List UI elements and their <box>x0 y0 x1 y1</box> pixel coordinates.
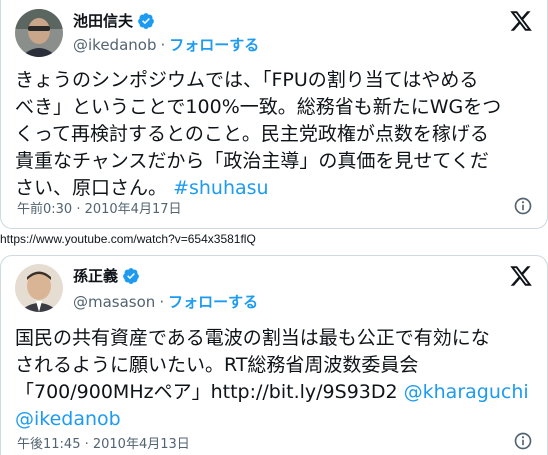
tweet-text-line: 「700/900MHzペア」http://bit.ly/9S93D2 @khar… <box>15 379 535 406</box>
tweet-timestamp[interactable]: 午前0:30 · 2010年4月17日 <box>17 198 182 217</box>
mention-link[interactable]: @ikedanob <box>15 408 121 430</box>
tweet-text-fragment: さい、原口さん。 <box>15 177 168 199</box>
tweet-text: きょうのシンポジウムでは、「FPUの割り当てはやめる べき」ということで100%… <box>15 67 535 202</box>
separator-dot: · <box>159 293 165 311</box>
tweet-card-ikedanob: 池田信夫 @ikedanob · フォローする きょうのシンポジウムでは、「FPUの… <box>0 0 548 229</box>
author-name[interactable]: 孫正義 <box>73 265 118 286</box>
tweet-text-line: されるように願いたい。RT総務省周波数委員会 <box>15 354 419 376</box>
verified-badge-icon <box>138 12 154 29</box>
tweet-text: 国民の共有資産である電波の割当は最も公正で有効にな されるように願いたい。RT総… <box>15 325 535 433</box>
x-logo-icon[interactable] <box>509 9 533 33</box>
separator-dot: · <box>160 36 166 54</box>
tweet-text-line: きょうのシンポジウムでは、「FPUの割り当てはやめる <box>15 69 479 91</box>
youtube-url-text: https://www.youtube.com/watch?v=654x3581… <box>0 232 256 246</box>
tweet-text-line: くって再検討するとのこと。民主党政権が点数を稼げる <box>15 123 489 145</box>
tweet-text-fragment: 「700/900MHzペア」http://bit.ly/9S93D2 <box>15 381 398 403</box>
tweet-text-line: 国民の共有資産である電波の割当は最も公正で有効にな <box>15 327 490 349</box>
author-handle[interactable]: @ikedanob <box>73 36 156 54</box>
tweet-text-line: べき」ということで100%一致。総務省も新たにWGをつ <box>15 96 502 118</box>
hashtag-link[interactable]: #shuhasu <box>173 177 269 199</box>
verified-badge-icon <box>123 267 139 284</box>
tweet-card-masason: 孫正義 @masason · フォローする 国民の共有資産である電波の割当は最も公正… <box>0 255 548 455</box>
info-icon[interactable] <box>513 431 533 451</box>
tweet-text-line: 貴重なチャンスだから「政治主導」の真価を見せてくだ <box>15 150 489 172</box>
author-name-row: 池田信夫 <box>73 10 155 31</box>
follow-button[interactable]: フォローする <box>169 36 259 54</box>
info-icon[interactable] <box>513 196 533 216</box>
x-logo-icon[interactable] <box>509 264 533 288</box>
avatar-masason[interactable] <box>15 264 63 312</box>
tweet-timestamp[interactable]: 午後11:45 · 2010年4月13日 <box>17 433 190 452</box>
author-name[interactable]: 池田信夫 <box>73 10 133 31</box>
mention-link[interactable]: @kharaguchi <box>404 381 529 403</box>
follow-button[interactable]: フォローする <box>168 293 258 311</box>
avatar-ikedanob[interactable] <box>15 9 63 57</box>
handle-row: @ikedanob · フォローする <box>73 34 259 55</box>
handle-row: @masason · フォローする <box>73 291 258 312</box>
author-name-row: 孫正義 <box>73 265 140 286</box>
author-handle[interactable]: @masason <box>73 293 155 311</box>
tweet-text-line: @ikedanob <box>15 406 535 433</box>
